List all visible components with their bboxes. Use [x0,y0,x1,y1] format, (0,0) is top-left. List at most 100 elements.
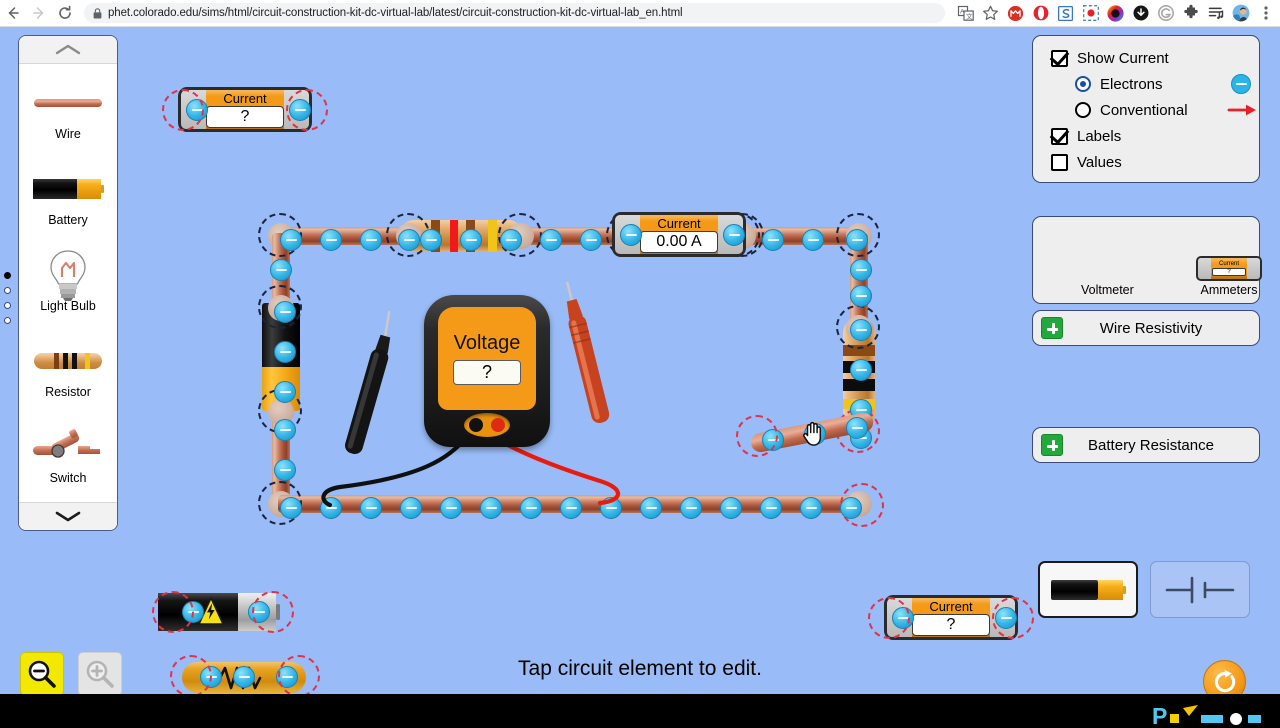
schematic-view-button[interactable] [1150,561,1250,618]
translate-icon[interactable]: A文 [953,0,978,26]
electron [850,359,872,381]
electron [762,229,784,251]
view-mode-toggle[interactable] [1038,561,1250,618]
disconnected-junction-highlight [286,89,328,131]
carousel-down-button[interactable] [19,502,117,530]
values-checkbox-row[interactable]: Values [1051,149,1259,175]
toolbox-item-resistor[interactable]: Resistor [21,339,115,399]
extension-scribe-icon[interactable] [1053,0,1078,26]
ammeter-tool-title: Current [1218,261,1239,267]
electron [360,229,382,251]
ammeter-title: Current [929,598,973,614]
page-dot[interactable] [4,272,11,279]
electron [720,497,742,519]
toolbox-item-switch[interactable]: Switch [21,425,115,485]
circuit-element-toolbox[interactable]: Wire Battery Light Bulb Resistor Switch [18,35,118,531]
conventional-radio-row[interactable]: Conventional [1075,97,1271,123]
electron [280,229,302,251]
red-probe[interactable] [548,275,638,455]
bookmark-star-icon[interactable] [978,0,1003,26]
electron [850,259,872,281]
ammeter-value: ? [206,105,284,128]
page-dot[interactable] [4,287,11,294]
toolbox-item-battery[interactable]: Battery [21,167,115,227]
wire-icon [33,81,103,125]
carousel-page-indicator [4,272,11,324]
extension-mega-icon[interactable] [1003,0,1028,26]
electrons-radio[interactable] [1075,76,1091,92]
grab-hand-cursor [801,420,825,446]
reload-icon[interactable] [52,0,78,26]
ammeter-terminal-right[interactable] [718,215,745,254]
electron [620,224,642,246]
labels-checkbox[interactable] [1051,127,1068,145]
plus-icon[interactable] [1041,434,1063,456]
extension-colorzilla-icon[interactable] [1103,0,1128,26]
extension-download-icon[interactable] [1128,0,1153,26]
svg-text:文: 文 [966,11,973,20]
back-arrow-icon[interactable] [0,0,26,26]
extension-screen-recorder-icon[interactable] [1078,0,1103,26]
extension-opera-icon[interactable] [1028,0,1053,26]
voltmeter[interactable]: Voltage ? [424,295,550,447]
electron [850,319,872,341]
carousel-up-button[interactable] [19,36,117,64]
disconnected-junction-highlight [252,591,294,633]
show-current-checkbox-row[interactable]: Show Current [1051,45,1259,71]
voltmeter-body[interactable]: Voltage ? [424,295,550,447]
red-jack [491,418,505,432]
extension-grammarly-icon[interactable] [1153,0,1178,26]
electrons-radio-row[interactable]: Electrons [1075,71,1271,97]
black-probe[interactable] [320,305,410,495]
address-bar[interactable]: phet.colorado.edu/sims/html/circuit-cons… [84,3,945,23]
voltmeter-toolbox-label: Voltmeter [1081,283,1134,297]
simulation-canvas[interactable]: Wire Battery Light Bulb Resistor Switch … [0,27,1280,694]
phet-logo: P [1152,702,1262,728]
meters-panel: Voltmeter Current ? Ammeters [1032,216,1262,304]
wire-resistivity-accordion[interactable]: Wire Resistivity [1032,310,1260,346]
ammeter-terminal-left[interactable] [615,215,642,254]
forward-arrow-icon [26,0,52,26]
values-checkbox[interactable] [1051,153,1068,171]
ammeter-tool-icon[interactable]: Current ? [1196,256,1262,281]
electron [846,229,868,251]
lifelike-view-button[interactable] [1038,561,1138,618]
electron [270,259,292,281]
electron [320,497,342,519]
battery-resistance-label: Battery Resistance [1088,436,1214,454]
ammeter-in-circuit[interactable]: Current 0.00 A [612,212,746,257]
battery-schematic-icon [1165,572,1235,608]
electron-chip-icon [1231,74,1251,94]
ammeter-title: Current [223,90,267,106]
electron [800,497,822,519]
electron [440,497,462,519]
toolbox-item-light-bulb[interactable]: Light Bulb [21,250,115,313]
svg-text:P: P [1152,703,1167,728]
show-current-checkbox[interactable] [1051,49,1068,67]
labels-checkbox-row[interactable]: Labels [1051,123,1259,149]
conventional-label: Conventional [1100,101,1188,119]
page-dot[interactable] [4,317,11,324]
electron [846,417,868,439]
values-label: Values [1077,153,1122,171]
voltmeter-toolbox-slot[interactable]: Voltmeter [1081,283,1134,297]
extension-playlist-icon[interactable] [1203,0,1228,26]
conventional-radio[interactable] [1075,102,1091,118]
electron [500,229,522,251]
browser-extension-icons: A文 [953,0,1280,26]
toolbox-label: Wire [55,127,81,141]
electron [320,229,342,251]
profile-avatar-icon[interactable] [1228,0,1253,26]
electron [274,301,296,323]
toolbox-item-wire[interactable]: Wire [21,81,115,141]
browser-toolbar: phet.colorado.edu/sims/html/circuit-cons… [0,0,1280,27]
battery-resistance-accordion[interactable]: Battery Resistance [1032,427,1260,463]
ammeter-toolbox-slot[interactable]: Current ? Ammeters [1196,256,1262,297]
plus-icon[interactable] [1041,317,1063,339]
electron [640,497,662,519]
extensions-puzzle-icon[interactable] [1178,0,1203,26]
disconnected-junction-highlight [736,415,778,457]
browser-menu-icon[interactable] [1253,0,1278,26]
page-dot[interactable] [4,302,11,309]
electron [802,229,824,251]
